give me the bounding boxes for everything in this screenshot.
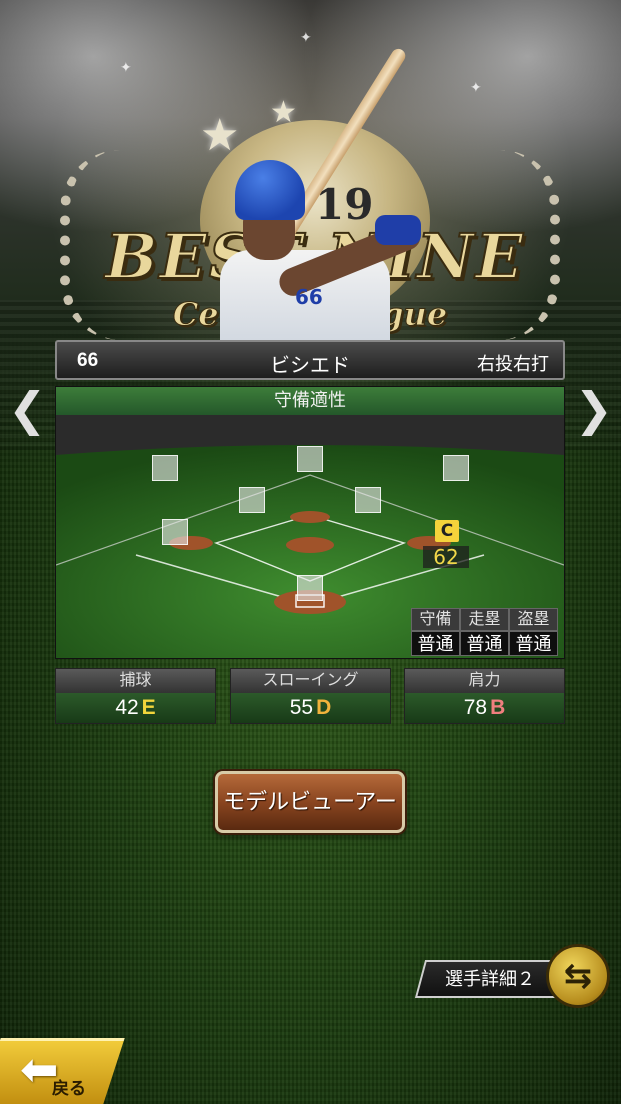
defense-panel: 守備適性 C 62 守備 走塁 盗塁 普通 普通 普通	[55, 386, 565, 659]
stats-header-stealing: 盗塁	[509, 608, 558, 631]
rating-grade: E	[141, 696, 156, 719]
rating-grade: B	[490, 696, 506, 719]
back-label: 戻る	[52, 1079, 86, 1098]
stats-header-row: 守備 走塁 盗塁	[411, 608, 562, 631]
stats-value-row: 普通 普通 普通	[411, 631, 562, 656]
jersey-number: 66	[295, 285, 323, 309]
chevron-left-icon[interactable]: ❮	[8, 382, 47, 436]
position-marker-3b[interactable]	[162, 519, 188, 545]
running-stats-table: 守備 走塁 盗塁 普通 普通 普通	[411, 608, 562, 656]
stats-header-defense: 守備	[411, 608, 460, 631]
position-marker-2b[interactable]	[355, 487, 381, 513]
player-detail-label: 選手詳細２	[445, 969, 535, 989]
defense-ratings: 捕球 42 E スローイング 55 D 肩力 78 B	[55, 668, 565, 724]
rating-label: スローイング	[231, 669, 390, 693]
stats-value-running: 普通	[460, 631, 509, 656]
rating-label: 肩力	[405, 669, 564, 693]
chevron-right-icon[interactable]: ❯	[574, 382, 613, 436]
player-info-bar: 66 ビシエド 右投右打	[55, 340, 565, 380]
rating-catching: 捕球 42 E	[55, 668, 216, 724]
rating-grade: D	[316, 696, 332, 719]
rating-value: 42	[115, 696, 139, 719]
position-rank-1b[interactable]: C	[435, 520, 459, 542]
position-marker-ss[interactable]	[239, 487, 265, 513]
rating-value: 55	[289, 696, 314, 719]
stats-value-defense: 普通	[411, 631, 460, 656]
sparkle-decoration: ✦	[120, 60, 132, 76]
stats-header-running: 走塁	[460, 608, 509, 631]
baseball-field: C 62 守備 走塁 盗塁 普通 普通 普通	[56, 415, 564, 658]
rating-label: 捕球	[56, 669, 215, 693]
position-marker-c[interactable]	[297, 575, 323, 601]
position-marker-rf[interactable]	[443, 455, 469, 481]
rating-value-row: 42 E	[56, 693, 215, 723]
rating-throwing: スローイング 55 D	[230, 668, 391, 724]
swap-icon[interactable]: ⇆	[546, 944, 610, 1008]
rating-arm-strength: 肩力 78 B	[404, 668, 565, 724]
player-image: 66	[215, 40, 555, 350]
batting-glove	[375, 215, 421, 245]
position-marker-cf[interactable]	[297, 446, 323, 472]
position-marker-lf[interactable]	[152, 455, 178, 481]
rating-value-row: 55 D	[231, 693, 390, 723]
position-rating-1b: 62	[423, 546, 469, 568]
rating-value-row: 78 B	[405, 693, 564, 723]
model-viewer-button[interactable]: モデルビューアー	[215, 771, 405, 833]
rating-value: 78	[463, 696, 488, 719]
player-detail-button[interactable]: 選手詳細２	[414, 960, 566, 998]
defense-panel-title: 守備適性	[56, 387, 564, 415]
player-throw-bat: 右投右打	[477, 354, 549, 374]
helmet-icon	[235, 160, 305, 220]
stats-value-stealing: 普通	[509, 631, 558, 656]
